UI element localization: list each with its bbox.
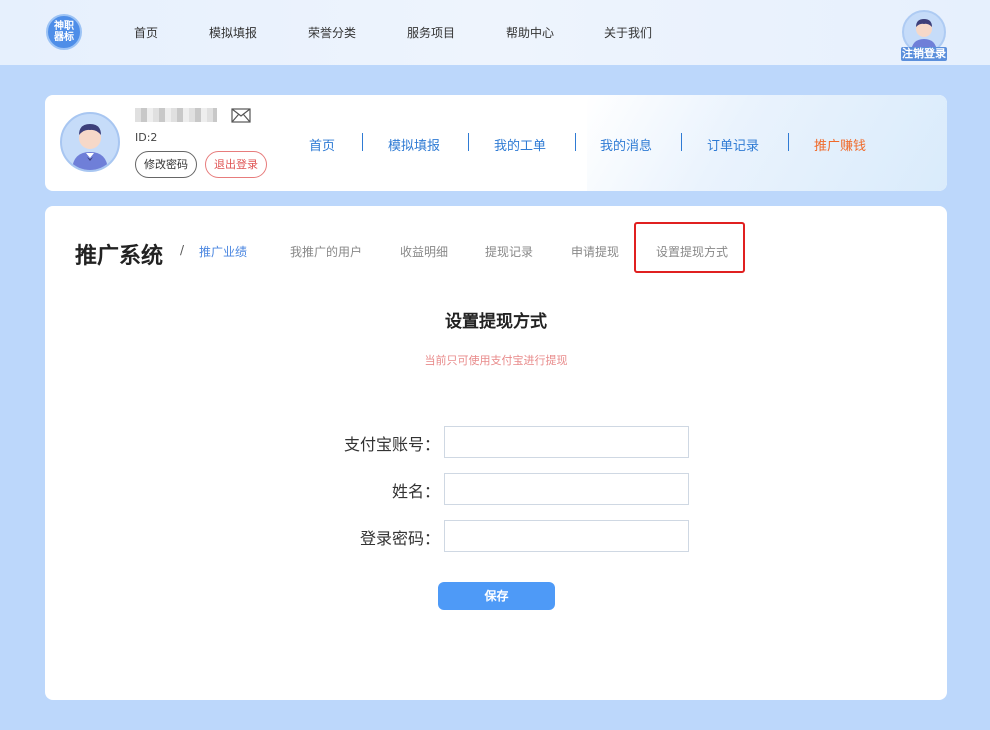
login-password-input[interactable] [444,520,689,552]
logo-text: 神职 器标 [54,21,74,43]
profile-nav-home[interactable]: 首页 [309,135,335,154]
username-masked [135,108,217,122]
page-title: 推广系统 [75,244,164,269]
nav-divider [468,133,469,151]
top-nav-about[interactable]: 关于我们 [604,24,652,41]
change-password-button[interactable]: 修改密码 [135,151,197,178]
tab-apply-withdraw[interactable]: 申请提现 [571,243,619,260]
name-label: 姓名： [391,482,440,501]
tab-withdraw-records[interactable]: 提现记录 [485,243,533,260]
avatar-icon [72,124,108,170]
nav-divider [681,133,682,151]
top-nav-simulate[interactable]: 模拟填报 [209,24,257,41]
top-nav-honor-category[interactable]: 荣誉分类 [308,24,356,41]
nav-divider [362,133,363,151]
nav-divider [788,133,789,151]
profile-nav-tickets[interactable]: 我的工单 [494,135,546,154]
top-nav-services[interactable]: 服务项目 [407,24,455,41]
annotation-highlight-box [634,222,745,273]
form-notice: 当前只可使用支付宝进行提现 [424,354,568,367]
top-navbar: 神职 器标 首页 模拟填报 荣誉分类 服务项目 帮助中心 关于我们 注销登录 [0,0,990,65]
site-logo[interactable]: 神职 器标 [46,14,82,50]
save-button[interactable]: 保存 [438,582,555,610]
top-nav-home[interactable]: 首页 [134,24,158,41]
profile-nav-promote[interactable]: 推广赚钱 [814,135,866,154]
logout-button[interactable]: 退出登录 [205,151,267,178]
breadcrumb-separator: / [180,243,185,257]
profile-nav-orders[interactable]: 订单记录 [707,135,759,154]
profile-nav-messages[interactable]: 我的消息 [600,135,652,154]
alipay-account-input[interactable] [444,426,689,458]
alipay-account-label: 支付宝账号： [343,435,440,454]
user-id: ID:2 [135,131,158,144]
logout-badge[interactable]: 注销登录 [901,47,947,61]
tab-my-users[interactable]: 我推广的用户 [290,243,362,260]
profile-card: ID:2 修改密码 退出登录 首页 模拟填报 我的工单 我的消息 订单记录 推广… [45,95,947,191]
user-avatar[interactable] [60,112,120,172]
name-input[interactable] [444,473,689,505]
avatar-icon [911,19,937,52]
form-title: 设置提现方式 [445,312,547,332]
tab-earnings[interactable]: 收益明细 [400,243,448,260]
mail-icon[interactable] [231,108,251,123]
login-password-label: 登录密码： [359,529,440,548]
tab-performance[interactable]: 推广业绩 [199,243,247,260]
promotion-panel: 推广系统 / 推广业绩 我推广的用户 收益明细 提现记录 申请提现 设置提现方式… [45,206,947,700]
profile-nav-simulate[interactable]: 模拟填报 [388,135,440,154]
nav-divider [575,133,576,151]
top-nav-help[interactable]: 帮助中心 [506,24,554,41]
